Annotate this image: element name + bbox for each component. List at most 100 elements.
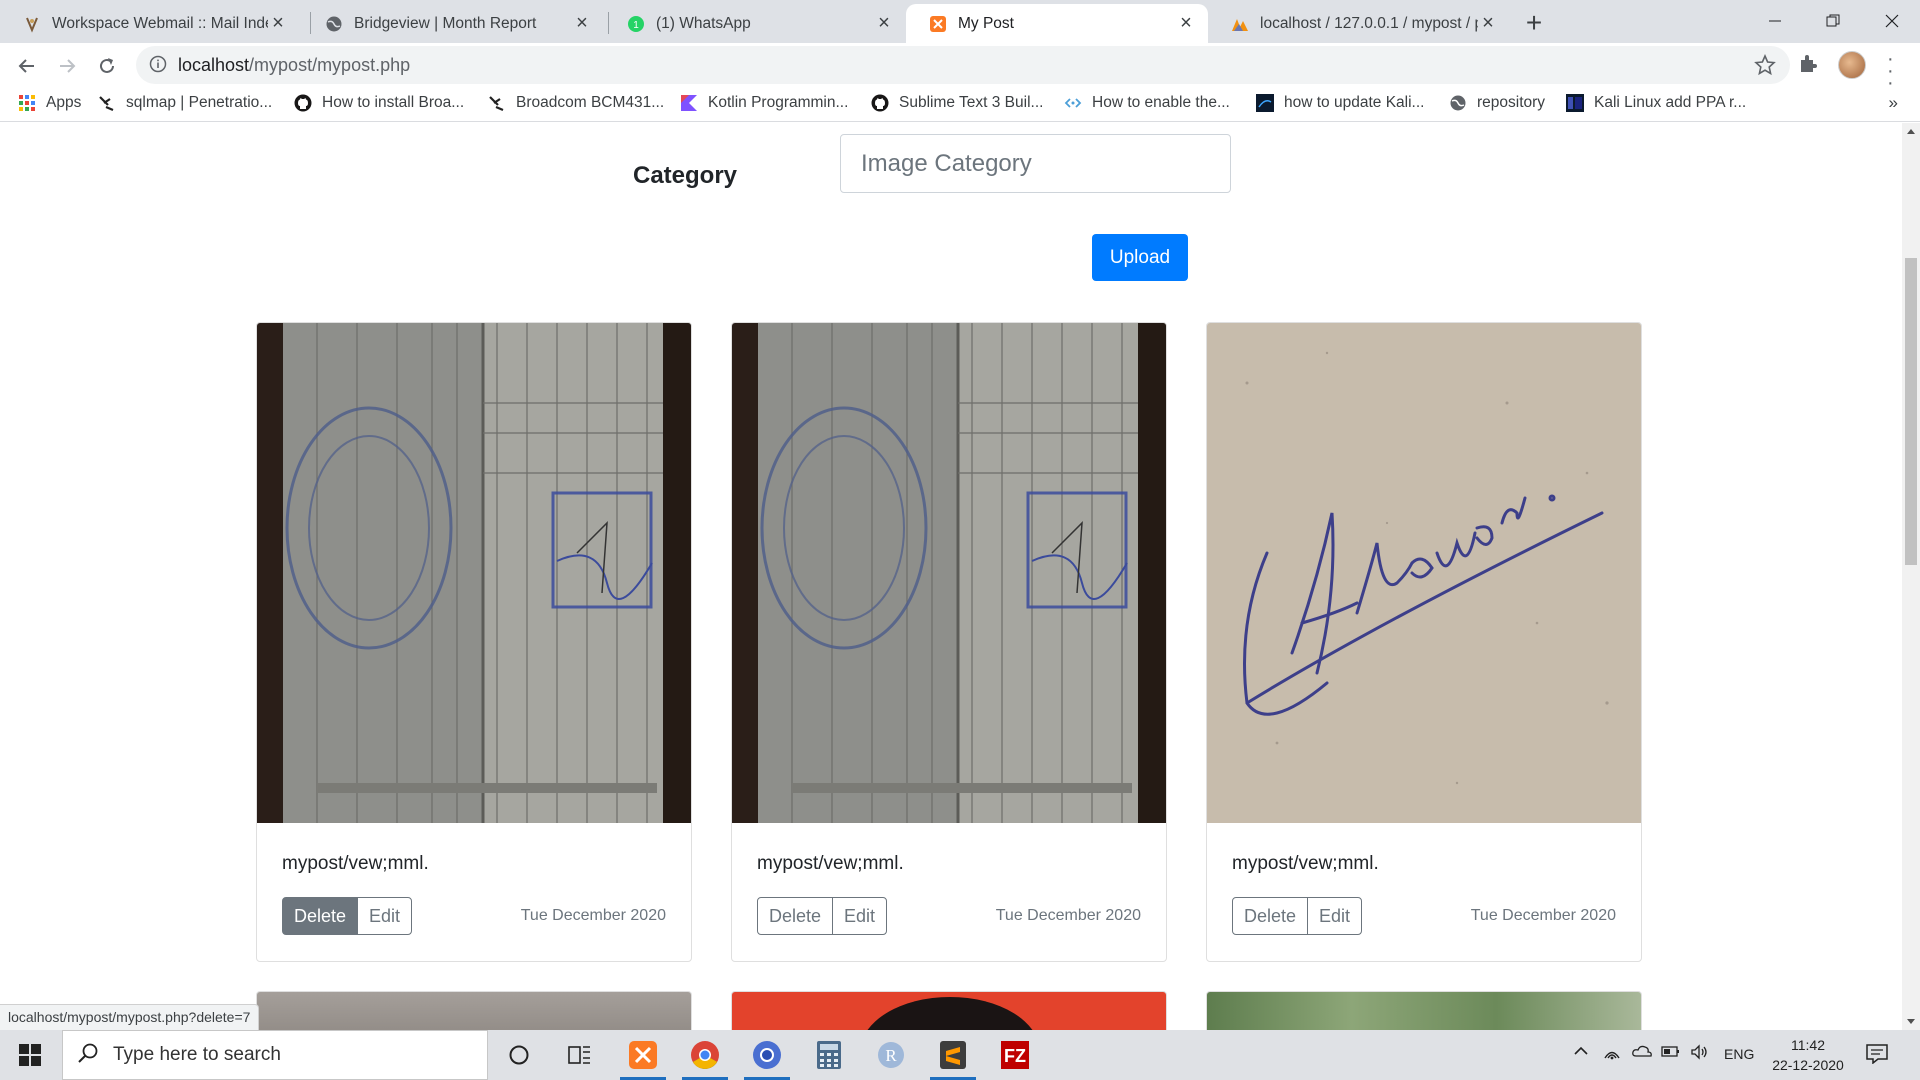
close-icon[interactable]: × <box>1176 12 1196 34</box>
delete-button[interactable]: Delete <box>282 897 359 935</box>
sublime-text-icon[interactable] <box>930 1035 976 1080</box>
whatsapp-icon: 1 <box>626 14 646 34</box>
bookmark-broadcom-bcm[interactable]: Broadcom BCM431... <box>488 94 664 112</box>
forward-button[interactable] <box>51 50 83 82</box>
more-bookmarks-button[interactable]: » <box>1889 93 1898 113</box>
chrome-alt-icon[interactable] <box>744 1035 790 1080</box>
url-host: localhost <box>178 55 250 75</box>
svg-text:FZ: FZ <box>1004 1046 1026 1066</box>
edit-button[interactable]: Edit <box>1307 897 1363 935</box>
category-label: Category <box>633 162 738 189</box>
task-view-icon[interactable] <box>557 1035 603 1075</box>
restore-button[interactable] <box>1813 6 1853 36</box>
post-actions: Delete Edit <box>757 897 888 935</box>
edit-button[interactable]: Edit <box>357 897 413 935</box>
url-text: localhost/mypost/mypost.php <box>178 55 410 76</box>
menu-kebab-icon[interactable]: · · · <box>1887 49 1894 93</box>
new-tab-button[interactable]: + <box>1519 7 1549 38</box>
post-card: mypost/vew;mml. Delete Edit Tue December… <box>256 322 692 962</box>
bookmark-kali-ppa[interactable]: Kali Linux add PPA r... <box>1566 94 1746 112</box>
page-scrollbar[interactable] <box>1902 123 1920 1030</box>
bookmark-star-icon[interactable] <box>1754 53 1776 81</box>
globe-icon <box>324 14 344 34</box>
notification-center-icon[interactable] <box>1866 1044 1888 1069</box>
close-icon[interactable]: × <box>268 12 288 34</box>
post-image[interactable] <box>257 323 691 823</box>
close-window-button[interactable] <box>1872 6 1912 36</box>
cortana-icon[interactable] <box>496 1035 542 1075</box>
github-icon <box>871 94 889 112</box>
post-title: mypost/vew;mml. <box>757 853 904 874</box>
r-language-icon[interactable]: R <box>868 1035 914 1075</box>
bookmark-apps[interactable]: Apps <box>18 94 81 112</box>
onedrive-icon[interactable] <box>1632 1044 1652 1061</box>
taskbar-search[interactable]: Type here to search <box>62 1030 488 1080</box>
address-bar[interactable]: localhost/mypost/mypost.php <box>136 46 1790 84</box>
github-icon <box>294 94 312 112</box>
info-icon[interactable] <box>149 55 167 78</box>
kali-icon <box>1566 94 1584 112</box>
upload-button[interactable]: Upload <box>1092 234 1188 281</box>
post-card-partial <box>731 991 1167 1030</box>
search-placeholder: Type here to search <box>113 1044 281 1065</box>
bookmark-label: Apps <box>46 94 82 111</box>
tab-my-post[interactable]: My Post × <box>906 4 1208 43</box>
close-icon[interactable]: × <box>1478 12 1498 34</box>
post-image[interactable] <box>1207 323 1641 823</box>
browser-toolbar: localhost/mypost/mypost.php · · · <box>0 43 1920 93</box>
extensions-puzzle-icon[interactable] <box>1797 52 1819 79</box>
xampp-taskbar-icon[interactable] <box>620 1035 666 1080</box>
bookmark-kali-update[interactable]: how to update Kali... <box>1256 94 1424 112</box>
tab-whatsapp[interactable]: 1 (1) WhatsApp × <box>604 4 906 43</box>
clock[interactable]: 11:42 22-12-2020 <box>1768 1035 1848 1075</box>
webmail-icon <box>22 14 42 34</box>
language-indicator[interactable]: ENG <box>1724 1046 1754 1062</box>
status-bar-url: localhost/mypost/mypost.php?delete=7 <box>0 1004 260 1030</box>
volume-icon[interactable] <box>1690 1044 1710 1063</box>
calculator-icon[interactable] <box>806 1035 852 1075</box>
tab-title: (1) WhatsApp <box>656 14 751 32</box>
reload-icon <box>100 58 114 73</box>
bookmark-repository[interactable]: repository <box>1449 94 1545 112</box>
back-arrow-icon <box>18 59 34 73</box>
bookmark-enable[interactable]: How to enable the... <box>1064 94 1230 112</box>
minimize-button[interactable] <box>1755 6 1795 36</box>
profile-avatar[interactable] <box>1838 51 1866 79</box>
back-button[interactable] <box>11 50 43 82</box>
scrollbar-thumb[interactable] <box>1905 258 1917 565</box>
post-card-partial <box>1206 991 1642 1030</box>
bookmark-sublime[interactable]: Sublime Text 3 Buil... <box>871 94 1043 112</box>
post-card-partial <box>256 991 692 1030</box>
tab-webmail[interactable]: Workspace Webmail :: Mail Index × <box>0 4 300 43</box>
edit-button[interactable]: Edit <box>832 897 888 935</box>
chrome-icon[interactable] <box>682 1035 728 1080</box>
category-input[interactable] <box>840 134 1231 193</box>
close-icon[interactable]: × <box>572 12 592 34</box>
tab-title: Workspace Webmail :: Mail Index <box>52 14 268 32</box>
wifi-icon[interactable] <box>1603 1044 1621 1063</box>
filezilla-icon[interactable]: FZ <box>992 1035 1038 1075</box>
close-icon[interactable]: × <box>874 12 894 34</box>
forward-arrow-icon <box>60 59 76 73</box>
tab-phpmyadmin[interactable]: localhost / 127.0.0.1 / mypost / p × <box>1208 4 1510 43</box>
scroll-down-arrow-icon[interactable] <box>1907 1019 1915 1024</box>
scroll-up-arrow-icon[interactable] <box>1907 129 1915 134</box>
bookmark-sqlmap[interactable]: sqlmap | Penetratio... <box>98 94 272 112</box>
delete-button[interactable]: Delete <box>1232 897 1309 935</box>
chevron-up-icon[interactable] <box>1573 1043 1589 1062</box>
phpmyadmin-icon <box>1230 14 1250 34</box>
bookmark-label: Kotlin Programmin... <box>708 94 849 111</box>
delete-button[interactable]: Delete <box>757 897 834 935</box>
windows-start-icon[interactable] <box>10 1039 50 1071</box>
search-icon <box>77 1042 99 1069</box>
reload-button[interactable] <box>91 50 123 82</box>
post-card: mypost/vew;mml. Delete Edit Tue December… <box>1206 322 1642 962</box>
post-image[interactable] <box>732 323 1166 823</box>
battery-icon[interactable] <box>1661 1044 1681 1061</box>
svg-text:1: 1 <box>633 20 639 31</box>
bookmark-install-broadcom[interactable]: How to install Broa... <box>294 94 464 112</box>
tab-bridgeview[interactable]: Bridgeview | Month Report × <box>302 4 604 43</box>
bookmark-kotlin[interactable]: Kotlin Programmin... <box>680 94 848 112</box>
post-date: Tue December 2020 <box>995 907 1141 924</box>
kotlin-icon <box>680 94 698 112</box>
